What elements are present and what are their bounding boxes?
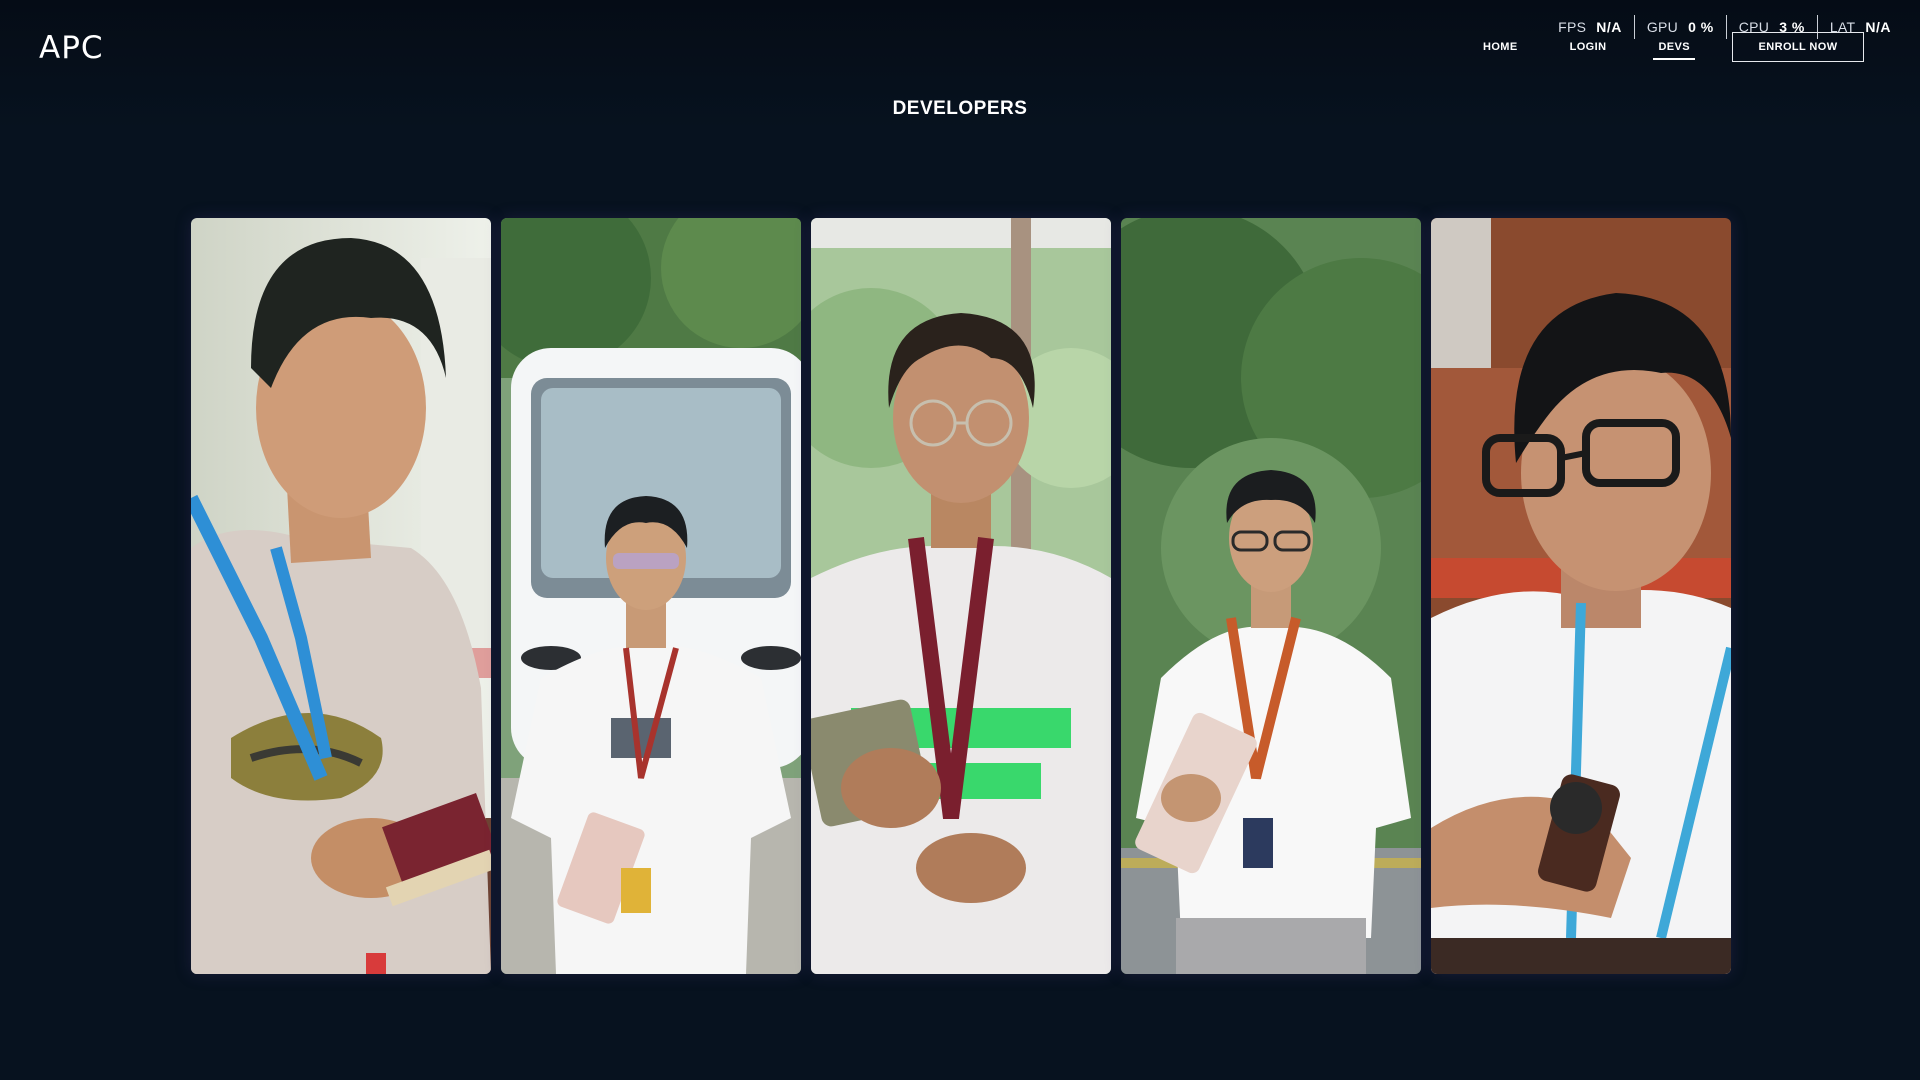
- developer-card-4[interactable]: [1121, 218, 1421, 974]
- developer-photo-3: [811, 218, 1111, 974]
- page-title: DEVELOPERS: [892, 98, 1028, 119]
- nav-devs-link[interactable]: DEVS: [1653, 37, 1695, 60]
- developers-gallery: [191, 218, 1731, 974]
- developer-photo-2: [501, 218, 801, 974]
- developer-photo-1: [191, 218, 491, 974]
- main-nav: HOME LOGIN DEVS ENROLL NOW: [1483, 32, 1864, 62]
- nav-home-link[interactable]: HOME: [1483, 37, 1518, 58]
- enroll-now-button[interactable]: ENROLL NOW: [1732, 32, 1864, 62]
- nav-login-link[interactable]: LOGIN: [1570, 37, 1607, 58]
- apc-logo[interactable]: APC: [39, 30, 104, 66]
- developer-photo-4: [1121, 218, 1421, 974]
- developer-photo-5: [1431, 218, 1731, 974]
- lat-value: N/A: [1865, 19, 1891, 35]
- developer-card-1[interactable]: [191, 218, 491, 974]
- developer-card-2[interactable]: [501, 218, 801, 974]
- developer-card-5[interactable]: [1431, 218, 1731, 974]
- developer-card-3[interactable]: [811, 218, 1111, 974]
